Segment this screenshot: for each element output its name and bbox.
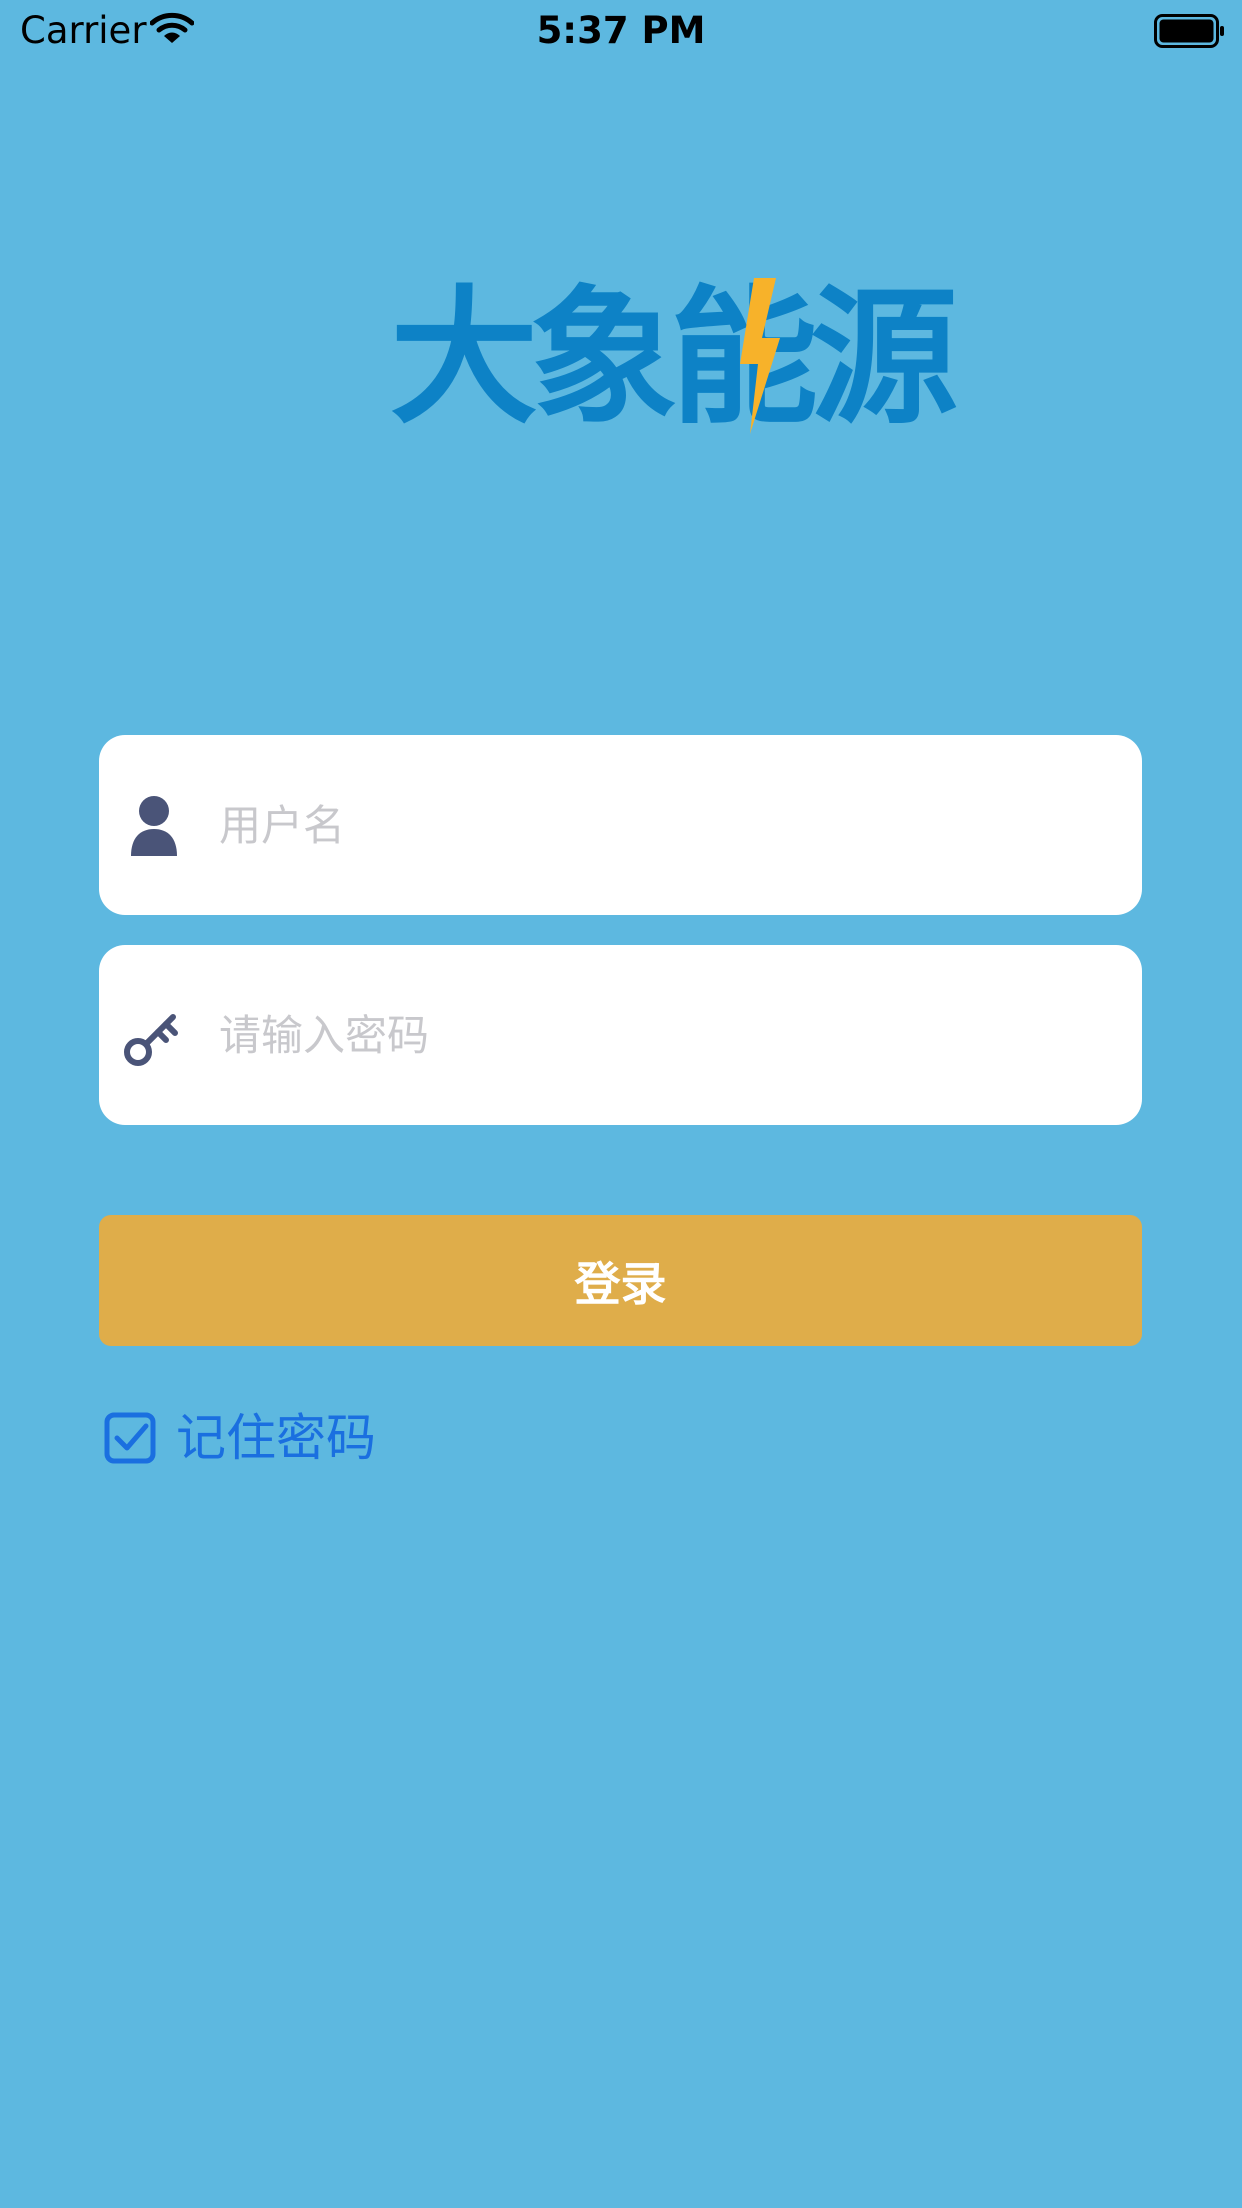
logo-text: 大象能源 xyxy=(390,272,958,444)
user-icon xyxy=(131,796,177,856)
login-button[interactable]: 登录 xyxy=(99,1215,1142,1346)
key-icon xyxy=(124,1014,178,1066)
status-time: 5:37 PM xyxy=(536,9,706,52)
password-field xyxy=(99,945,1142,1125)
battery-icon xyxy=(1154,14,1224,48)
remember-password-toggle[interactable]: 记住密码 xyxy=(104,1410,376,1466)
remember-password-label: 记住密码 xyxy=(176,1409,376,1467)
username-input[interactable] xyxy=(219,765,1099,885)
username-field xyxy=(99,735,1142,915)
app-logo: 大象能源 xyxy=(390,272,958,444)
checkbox-checked-icon[interactable] xyxy=(104,1412,156,1464)
lightning-bolt-icon xyxy=(740,278,780,434)
status-bar: Carrier 5:37 PM xyxy=(0,0,1242,62)
password-input[interactable] xyxy=(219,975,1099,1095)
